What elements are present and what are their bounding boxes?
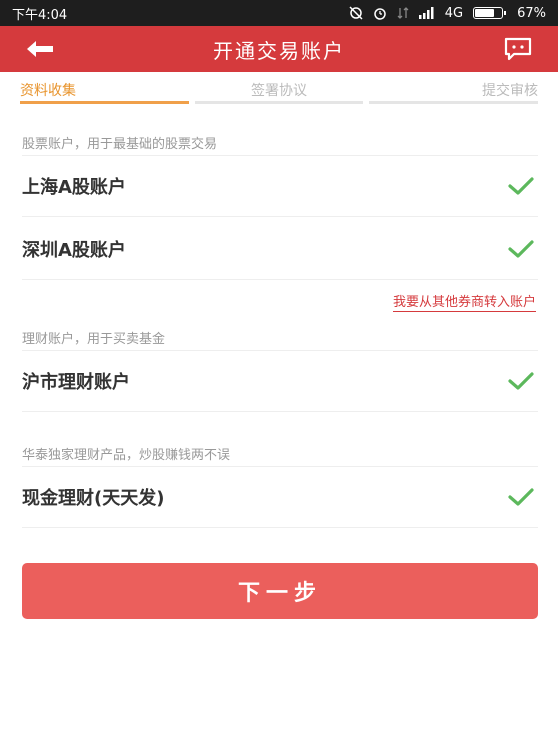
- battery-icon: [473, 7, 507, 19]
- section-label-exclusive: 华泰独家理财产品，炒股赚钱两不误: [22, 448, 231, 463]
- section-label-stock: 股票账户，用于最基础的股票交易: [22, 137, 218, 152]
- transfer-account-link[interactable]: 我要从其他券商转入账户: [392, 291, 536, 312]
- checkmark-icon: [508, 372, 534, 390]
- alarm-clock-icon: [373, 8, 386, 20]
- back-button[interactable]: [20, 34, 60, 64]
- step-label: 资料收集: [20, 82, 76, 99]
- status-icons: 4G 67%: [349, 6, 546, 21]
- checkmark-icon: [508, 488, 534, 506]
- checkmark-icon: [508, 177, 534, 195]
- account-label: 深圳A股账户: [22, 239, 126, 261]
- arrow-left-icon: [27, 41, 53, 57]
- nav-bar: 开通交易账户: [0, 26, 558, 72]
- data-transfer-icon: [397, 7, 409, 19]
- chat-bubble-icon: [504, 37, 532, 61]
- checkmark-icon: [508, 239, 534, 258]
- battery-percent: 67%: [517, 5, 546, 21]
- step-label: 签署协议: [251, 82, 307, 99]
- account-label: 沪市理财账户: [22, 372, 130, 393]
- account-label: 现金理财(天天发): [22, 488, 165, 509]
- progress-steps: 资料收集 签署协议 提交审核: [20, 78, 539, 104]
- step-label: 提交审核: [482, 82, 539, 99]
- customer-service-button[interactable]: [498, 34, 538, 64]
- account-label: 上海A股账户: [22, 177, 126, 198]
- account-row-shenzhen-a[interactable]: 深圳A股账户: [22, 218, 538, 280]
- next-step-button[interactable]: 下一步: [22, 563, 538, 619]
- status-time: 下午4:04: [12, 7, 68, 23]
- section-label-wealth: 理财账户，用于买卖基金: [22, 332, 166, 347]
- step-sign-agreement[interactable]: 签署协议: [194, 78, 364, 104]
- alarm-off-icon: [349, 6, 363, 20]
- account-row-shanghai-a[interactable]: 上海A股账户: [22, 155, 538, 217]
- status-bar: 下午4:04 4G 67%: [0, 0, 558, 26]
- step-collect-info[interactable]: 资料收集: [20, 78, 189, 104]
- step-submit-review[interactable]: 提交审核: [369, 78, 539, 104]
- signal-icon: [418, 7, 434, 19]
- page-title: 开通交易账户: [213, 38, 345, 63]
- account-row-sh-wealth[interactable]: 沪市理财账户: [22, 350, 538, 412]
- network-type: 4G: [444, 5, 464, 21]
- account-row-cash-wealth[interactable]: 现金理财(天天发): [22, 466, 538, 528]
